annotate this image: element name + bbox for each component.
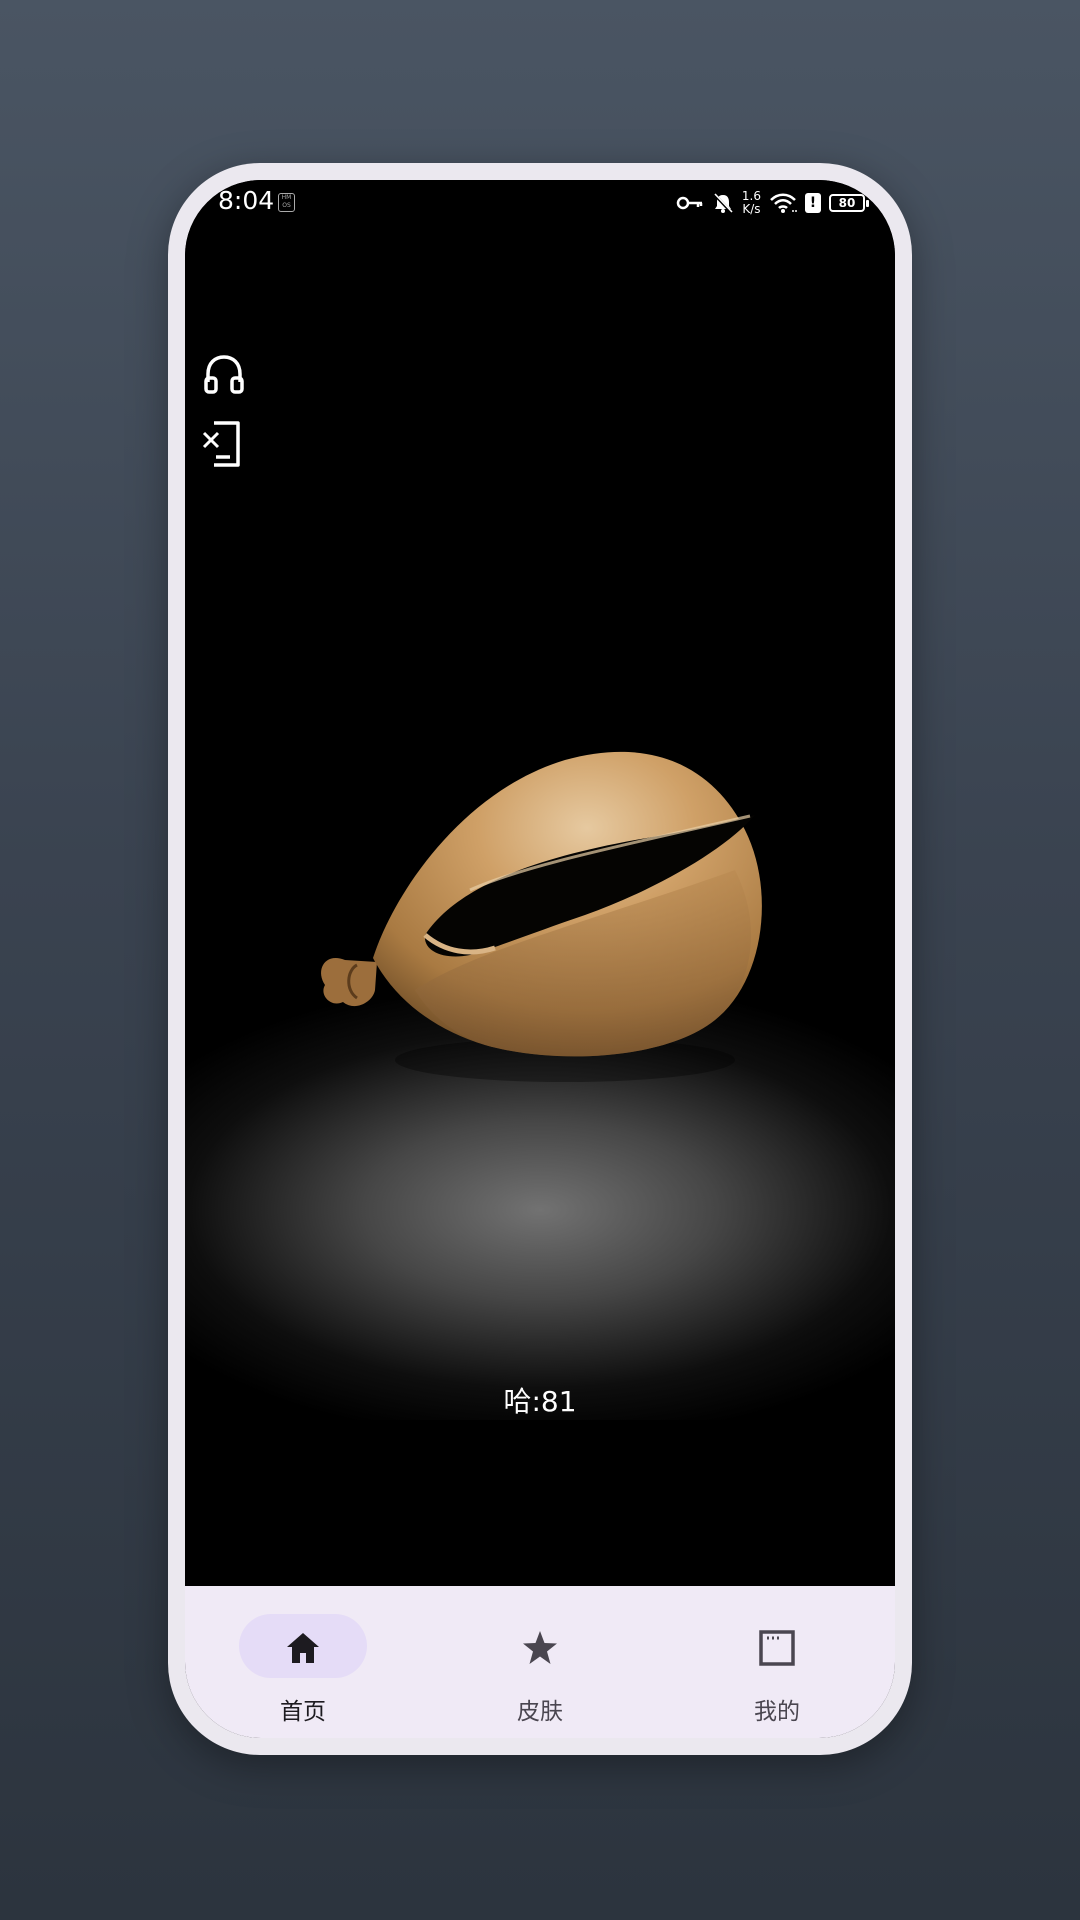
alert-icon: ! [805, 193, 821, 213]
net-speed-unit: K/s [742, 202, 761, 216]
status-bar: 8:04 HM OS 1.6 K/s ! 80 [185, 180, 895, 240]
network-speed: 1.6 K/s [742, 190, 761, 216]
status-icons: 1.6 K/s ! 80 [676, 188, 869, 218]
nav-label-home: 首页 [280, 1699, 326, 1725]
nav-item-home[interactable]: 首页 [185, 1586, 421, 1738]
headset-icon[interactable] [200, 350, 248, 402]
wooden-fish-stage[interactable]: 哈:81 [185, 180, 895, 1586]
window-icon [759, 1630, 795, 1666]
nav-item-mine[interactable]: 我的 [659, 1586, 895, 1738]
screen-exit-icon[interactable] [200, 417, 248, 469]
nav-label-skin: 皮肤 [517, 1699, 563, 1725]
key-icon [676, 196, 703, 210]
star-icon [523, 1631, 557, 1664]
status-time: 8:04 [218, 186, 275, 215]
nav-item-skin[interactable]: 皮肤 [422, 1586, 658, 1738]
wifi-icon [770, 193, 797, 213]
home-icon [287, 1633, 319, 1663]
app-screen: 哈:81 8:04 HM OS 1.6 K/s ! 80 首页 皮肤 我的 [185, 180, 895, 1738]
battery-icon: 80 [829, 194, 869, 212]
phone-frame: 哈:81 8:04 HM OS 1.6 K/s ! 80 首页 皮肤 我的 [168, 163, 912, 1755]
bell-muted-icon [713, 193, 733, 214]
wooden-fish-image[interactable] [295, 690, 795, 1090]
bottom-navigation: 首页 皮肤 我的 [185, 1586, 895, 1738]
nav-label-mine: 我的 [754, 1699, 800, 1725]
knock-counter: 哈:81 [503, 1385, 577, 1418]
hmos-badge: HM OS [278, 193, 295, 212]
